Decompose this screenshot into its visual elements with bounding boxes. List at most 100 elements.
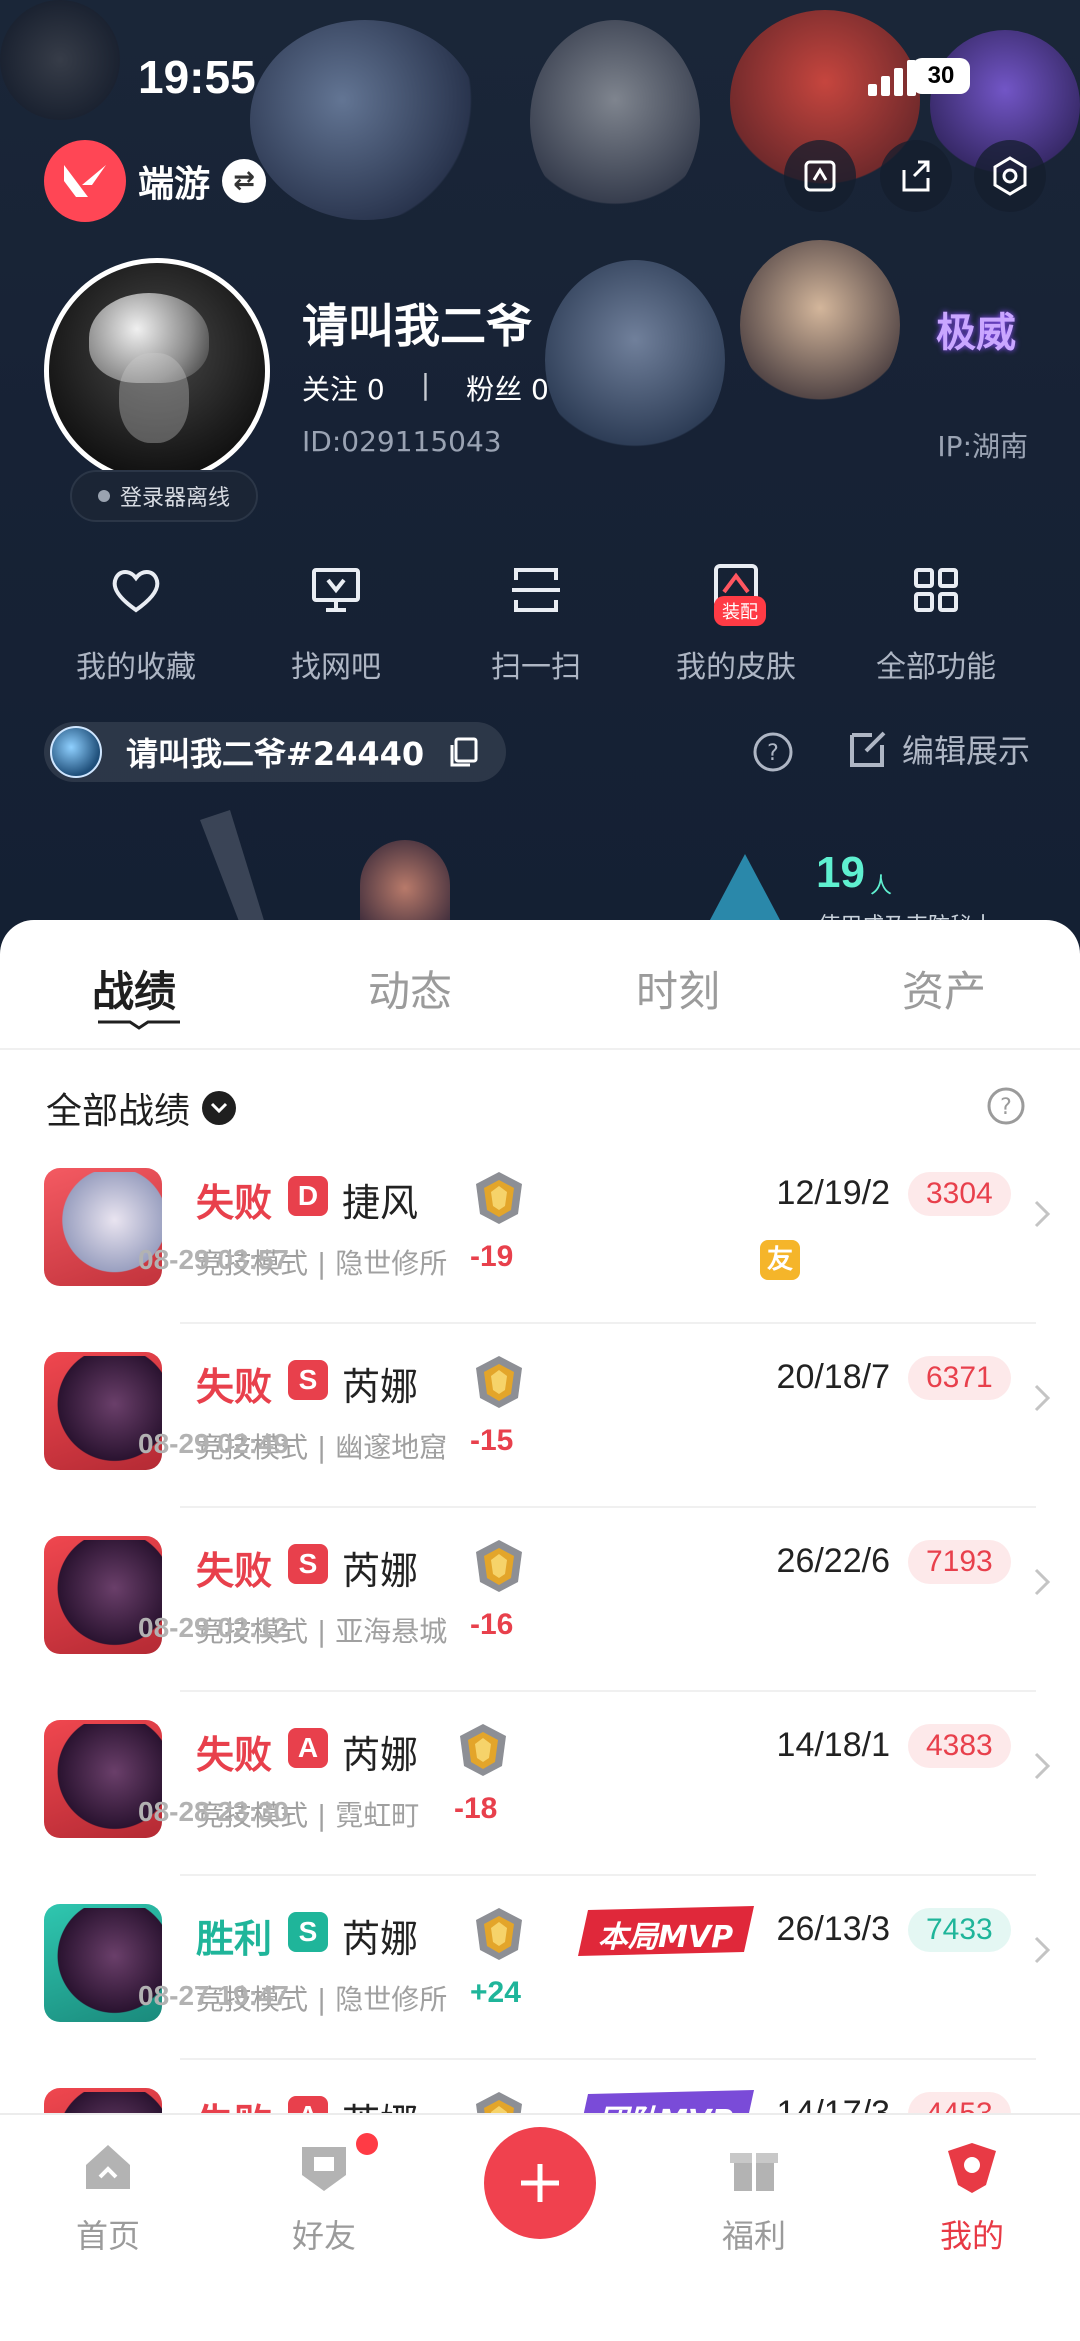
match-row[interactable]: 失败 S 芮娜 竞技模式 | 亚海悬城 -16 26/22/6 7193 08-29 02:… <box>0 1526 1080 1710</box>
combat-score: 7193 <box>908 1540 1011 1584</box>
agent-name: 芮娜 <box>342 1365 419 1409</box>
quick-actions: 我的收藏 找网吧 扫一扫 我的皮肤 全部功能 <box>0 560 1080 700</box>
avatar[interactable] <box>44 258 270 484</box>
agent-name: 芮娜 <box>342 1549 419 1593</box>
row-divider <box>180 1506 1036 1508</box>
quick-label: 我的收藏 <box>76 650 196 685</box>
kda: 20/18/7 <box>776 1358 890 1396</box>
battery-icon: 30 <box>912 58 970 94</box>
svg-text:?: ? <box>767 741 779 766</box>
riot-id-pill[interactable]: 请叫我二爷#24440 <box>44 722 506 782</box>
tab-bar: 战绩 动态 时刻 资产 <box>0 920 1080 1050</box>
follow-count[interactable]: 关注 0 <box>302 368 385 408</box>
chevron-right-icon <box>1034 1384 1051 1412</box>
share-icon[interactable] <box>880 140 952 212</box>
row-divider <box>180 1322 1036 1324</box>
tab-moments[interactable]: 时刻 <box>636 958 720 1019</box>
help-icon[interactable]: ? <box>986 1086 1026 1126</box>
plus-icon <box>521 2164 559 2202</box>
match-row[interactable]: 胜利 S 芮娜 竞技模式 | 隐世修所 +24 26/13/3 7433 08-27 19:… <box>0 1894 1080 2078</box>
nav-welfare[interactable]: 福利 <box>684 2137 824 2257</box>
nav-label: 我的 <box>939 2217 1004 2255</box>
fans-count[interactable]: 粉丝 0 <box>466 368 549 408</box>
skin-equip-tag: 装配 <box>714 596 766 626</box>
follow-stats: 关注 0 | 粉丝 0 <box>302 368 549 408</box>
quick-label: 找网吧 <box>291 650 381 685</box>
kda: 14/18/1 <box>776 1726 890 1764</box>
performance-grade: S <box>288 1544 328 1584</box>
nav-label: 福利 <box>721 2217 786 2255</box>
performance-grade: S <box>288 1360 328 1400</box>
heart-icon <box>112 570 160 613</box>
profile-header: 19:55 30 端游 ⇄ 登录器离线 请叫我二爷 关注 0 | 粉丝 0 ID… <box>0 0 1080 960</box>
notification-dot <box>356 2133 378 2155</box>
match-result: 胜利 <box>196 1917 273 1961</box>
nav-me[interactable]: 我的 <box>902 2137 1042 2257</box>
tab-indicator <box>98 1020 180 1030</box>
showcase-count: 19 <box>816 848 865 897</box>
nav-home[interactable]: 首页 <box>38 2137 178 2257</box>
chevron-right-icon <box>1034 1568 1051 1596</box>
riot-avatar <box>50 726 102 778</box>
match-result: 失败 <box>196 1549 273 1593</box>
match-time: 08-28 23:30 <box>138 1796 290 1827</box>
tab-records[interactable]: 战绩 <box>92 958 176 1019</box>
chevron-right-icon <box>1034 1752 1051 1780</box>
svg-text:?: ? <box>1000 1095 1012 1120</box>
settings-icon[interactable] <box>974 140 1046 212</box>
kda: 26/13/3 <box>776 1910 890 1948</box>
filter-label: 全部战绩 <box>46 1091 191 1132</box>
card-icon[interactable] <box>784 140 856 212</box>
username: 请叫我二爷 <box>302 299 532 353</box>
copy-icon[interactable] <box>446 735 480 769</box>
rank-tier-icon <box>476 1356 522 1408</box>
quick-all-features[interactable]: 全部功能 <box>836 560 1036 686</box>
chevron-right-icon <box>1034 1200 1051 1228</box>
rank-tier-icon <box>460 1724 506 1776</box>
kda: 12/19/2 <box>776 1174 890 1212</box>
agent-name: 捷风 <box>342 1181 419 1225</box>
home-icon <box>86 2145 130 2189</box>
monitor-icon <box>312 568 360 612</box>
game-switcher[interactable]: 端游 ⇄ <box>44 140 267 222</box>
tab-feed[interactable]: 动态 <box>368 958 452 1019</box>
nav-label: 首页 <box>75 2217 140 2255</box>
nav-friends[interactable]: 好友 <box>254 2137 394 2257</box>
ip-location: IP:湖南 <box>937 430 1028 463</box>
login-status-text: 登录器离线 <box>120 486 231 511</box>
match-time: 08-27 19:47 <box>138 1980 290 2011</box>
combat-score: 3304 <box>908 1172 1011 1216</box>
swap-icon: ⇄ <box>222 159 267 203</box>
kda: 26/22/6 <box>776 1542 890 1580</box>
match-time: 08-29 02:12 <box>138 1612 290 1643</box>
record-filter[interactable]: 全部战绩 <box>46 1082 237 1134</box>
nav-create-button[interactable] <box>484 2127 596 2239</box>
gift-icon <box>730 2153 778 2191</box>
performance-grade: S <box>288 1912 328 1952</box>
quick-scan[interactable]: 扫一扫 <box>436 560 636 686</box>
user-id: ID:029115043 <box>302 425 502 458</box>
riot-id-name: 请叫我二爷#24440 <box>126 735 425 773</box>
help-icon[interactable]: ? <box>752 731 794 773</box>
quick-netcafe[interactable]: 找网吧 <box>236 560 436 686</box>
quick-favorites[interactable]: 我的收藏 <box>36 560 236 686</box>
friend-badge: 友 <box>760 1240 800 1280</box>
agent-name: 芮娜 <box>342 1917 419 1961</box>
edit-icon <box>850 731 886 767</box>
tab-assets[interactable]: 资产 <box>902 958 986 1019</box>
match-result: 失败 <box>196 1733 273 1777</box>
match-row[interactable]: 失败 S 芮娜 竞技模式 | 幽邃地窟 -15 20/18/7 6371 08-29 02:… <box>0 1342 1080 1526</box>
rank-tier-icon <box>476 1172 522 1224</box>
performance-grade: D <box>288 1176 328 1216</box>
mvp-badge: 本局MVP <box>574 1902 758 1960</box>
sticker-decoration <box>545 260 725 460</box>
match-time: 08-29 02:49 <box>138 1428 290 1459</box>
quick-label: 全部功能 <box>876 650 996 685</box>
bottom-nav: 首页 好友 福利 我的 <box>0 2113 1080 2341</box>
rank-emblem[interactable]: 极威 <box>936 300 1016 358</box>
match-row[interactable]: 失败 D 捷风 竞技模式 | 隐世修所 -19 12/19/2 3304 08-29 03:… <box>0 1158 1080 1342</box>
match-row[interactable]: 失败 A 芮娜 竞技模式 | 霓虹町 -18 14/18/1 4383 08-28 23:3… <box>0 1710 1080 1894</box>
avatar-face <box>119 353 189 443</box>
combat-score: 7433 <box>908 1908 1011 1952</box>
edit-display-button[interactable]: 编辑展示 <box>846 726 1030 772</box>
